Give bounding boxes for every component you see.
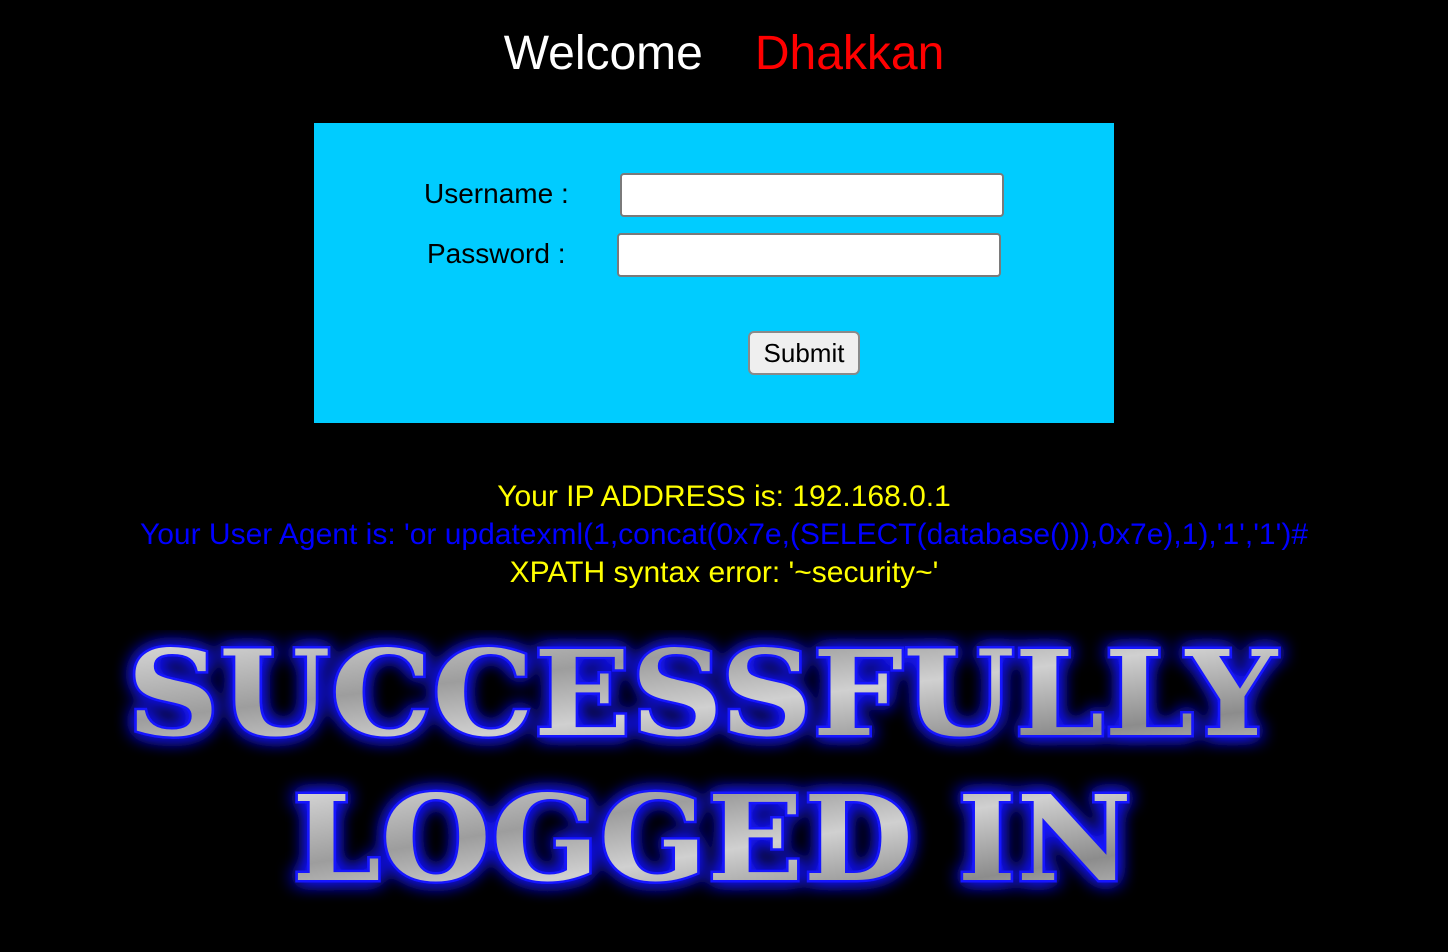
- welcome-name: Dhakkan: [754, 27, 945, 80]
- success-banner-image: SUCCESSFULLY LOGGED IN: [125, 630, 1282, 910]
- welcome-word: Welcome: [503, 27, 703, 80]
- xpath-error-text: XPATH syntax error: '~security~': [509, 556, 939, 589]
- username-label: Username :: [424, 178, 569, 209]
- username-input[interactable]: [620, 173, 1004, 217]
- password-label: Password :: [427, 238, 566, 269]
- login-form: Username : Password : Submit: [314, 123, 1114, 423]
- submit-button[interactable]: Submit: [748, 331, 860, 375]
- banner-line-1: SUCCESSFULLY: [127, 630, 1279, 763]
- user-agent-text: Your User Agent is: 'or updatexml(1,conc…: [139, 518, 1309, 551]
- banner-line-2: LOGGED IN: [292, 769, 1132, 908]
- ip-address-text: Your IP ADDRESS is: 192.168.0.1: [497, 480, 951, 513]
- welcome-heading: Welcome Dhakkan: [0, 24, 1448, 84]
- password-input[interactable]: [617, 233, 1001, 277]
